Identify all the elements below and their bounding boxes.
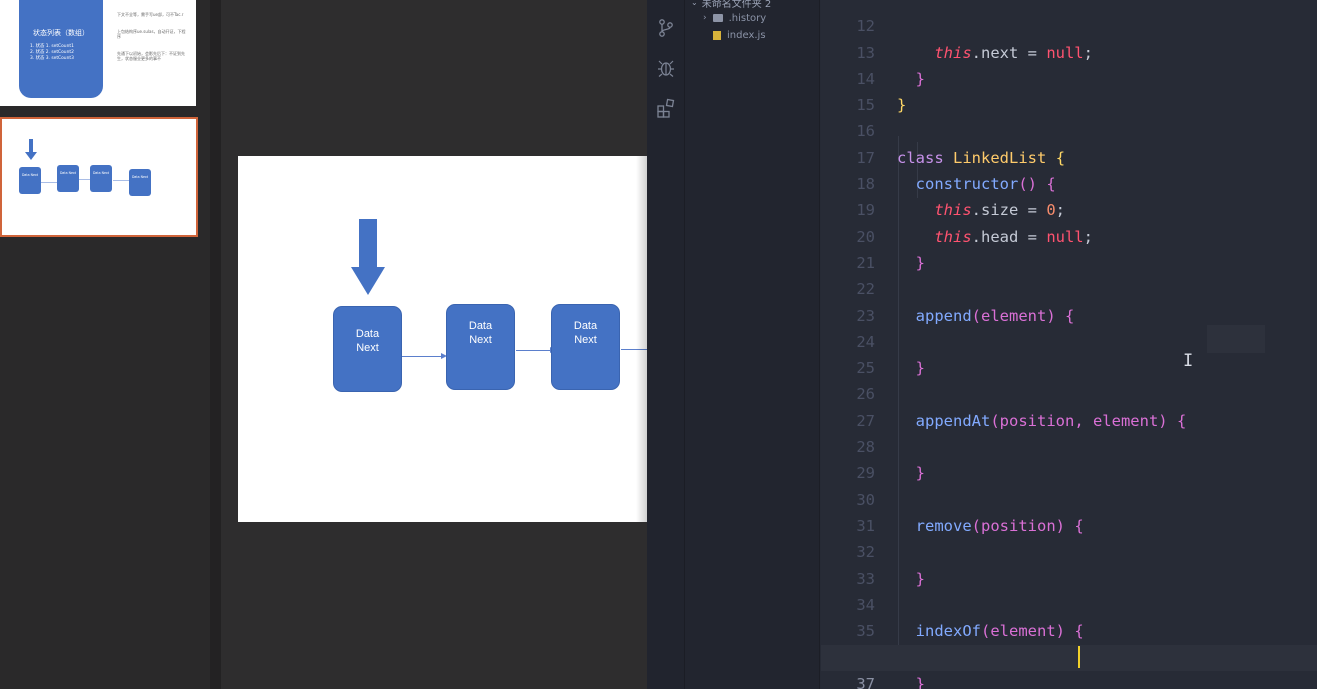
source-control-icon[interactable] [656, 18, 676, 38]
thumbnail-arrow-head [25, 152, 37, 160]
panel-splitter[interactable] [210, 0, 221, 689]
code-line-active[interactable]: 37 } [821, 644, 1317, 689]
code-line[interactable]: 14 } [821, 40, 1317, 114]
node-link-arrow[interactable] [516, 350, 551, 351]
code-line[interactable]: 34 indexOf(element) { [821, 566, 1317, 640]
folder-icon [712, 14, 723, 22]
slide-thumbnail-1[interactable]: 状态列表（数组） 1. 状态 1. setCount1 2. 状态 2. set… [0, 0, 196, 106]
node-next-label: Next [356, 342, 379, 354]
thumbnail-note: 上包结构序ue.sulas，自动开证，下程序 [117, 28, 186, 40]
code-line[interactable]: 12 this.next = null; [821, 0, 1317, 61]
code-line[interactable]: 36 } [821, 618, 1317, 689]
activity-bar [647, 0, 685, 689]
thumbnail-link [113, 180, 129, 181]
chevron-right-icon: › [703, 13, 707, 23]
code-line[interactable]: 29 [821, 434, 1317, 482]
code-line[interactable]: 24 } [821, 303, 1317, 377]
linked-list-node[interactable]: Data Next [446, 304, 515, 390]
node-next-label: Next [469, 334, 492, 346]
thumbnail-notes: 下文不全等，需手写ue部，可不Tac.r 上包结构序ue.sulas，自动开证，… [117, 12, 189, 73]
thumbnail-node: Data Next [90, 165, 112, 192]
thumbnail-note: 下文不全等，需手写ue部，可不Tac.r [117, 12, 184, 17]
text-cursor [1078, 646, 1080, 668]
code-line[interactable]: 26 appendAt(position, element) { [821, 355, 1317, 429]
code-line[interactable]: 17 constructor() { [821, 119, 1317, 193]
linked-list-node[interactable]: Data Next [551, 304, 620, 390]
node-data-label: Data [355, 328, 380, 340]
code-line[interactable]: 32 } [821, 513, 1317, 587]
folder-header[interactable]: ⌄ 未命名文件夹 2 [691, 0, 771, 10]
pointer-arrow[interactable] [359, 219, 377, 268]
line-number: 37 [856, 674, 875, 689]
code-line[interactable]: 13 } [821, 13, 1317, 88]
mouse-ibeam-cursor: I [1183, 351, 1194, 371]
screen: 状态列表（数组） 1. 状态 1. setCount1 2. 状态 2. set… [0, 0, 1317, 689]
explorer-item-label: .history [728, 12, 767, 24]
code-line[interactable]: 25 [821, 329, 1317, 377]
node-data-label: Data [573, 320, 598, 332]
explorer-item-history[interactable]: › .history [703, 10, 766, 26]
debug-icon[interactable] [656, 58, 676, 78]
chevron-down-icon: ⌄ [691, 0, 698, 7]
window-shadow [636, 156, 647, 522]
code-line[interactable]: 28 } [821, 408, 1317, 482]
code-line[interactable]: 19 this.head = null; [821, 171, 1317, 245]
pointer-arrow-head [351, 267, 385, 295]
code-line[interactable]: 23 [821, 276, 1317, 325]
node-next-label: Next [574, 334, 597, 346]
thumbnail-state-list: 1. 状态 1. setCount1 2. 状态 2. setCount2 3.… [30, 44, 74, 63]
code-line[interactable]: 18 this.size = 0; [821, 145, 1317, 219]
node-link-arrow[interactable] [402, 356, 442, 357]
node-data-label: Data [468, 320, 493, 332]
code-text: } [915, 674, 926, 689]
code-line[interactable]: 33 [821, 539, 1317, 588]
code-line[interactable]: 16 class LinkedList { [821, 92, 1317, 166]
code-line[interactable]: 35 [821, 592, 1317, 640]
thumbnail-list-item: 3. 状态 3. setCount3 [30, 56, 74, 62]
code-line[interactable]: 31 [821, 487, 1317, 535]
thumbnail-note: 先通下以初始，会影先后下：不证到先生，状态服业更多的事不 [117, 50, 185, 62]
thumbnail-title: 状态列表（数组） [33, 29, 89, 37]
code-area[interactable]: 12 this.next = null; 13 } 14 } 15 16 cla… [821, 0, 1317, 689]
folder-header-label: 未命名文件夹 2 [701, 0, 772, 10]
thumbnail-link [41, 182, 58, 183]
slide-thumbnail-panel[interactable]: 状态列表（数组） 1. 状态 1. setCount1 2. 状态 2. set… [0, 0, 210, 689]
code-line[interactable]: 22 append(element) { [821, 250, 1317, 324]
thumbnail-node: Data Next [129, 169, 151, 196]
explorer-item-label: index.js [727, 29, 766, 41]
code-editor-window: ⌄ 未命名文件夹 2 › .history index.js 12 this.n… [647, 0, 1317, 689]
extensions-icon[interactable] [656, 98, 676, 118]
linked-list-node[interactable]: Data Next [333, 306, 402, 392]
current-slide[interactable]: Data Next Data Next Data Next [238, 156, 647, 522]
thumbnail-node: Data Next [19, 167, 41, 194]
code-line[interactable]: 21 [821, 224, 1317, 272]
code-line[interactable]: 27 [821, 382, 1317, 430]
code-line[interactable]: 20 } [821, 197, 1317, 272]
file-explorer: ⌄ 未命名文件夹 2 › .history index.js [685, 0, 820, 689]
code-line[interactable]: 30 remove(position) { [821, 460, 1317, 535]
slide-thumbnail-2-selected[interactable]: Data Next Data Next Data Next Data Next [0, 117, 198, 237]
explorer-item-index-js[interactable]: index.js [713, 27, 766, 43]
thumbnail-arrow [29, 139, 33, 153]
thumbnail-node: Data Next [57, 165, 79, 192]
code-line[interactable]: 15 [821, 66, 1317, 114]
js-file-icon [713, 30, 721, 40]
